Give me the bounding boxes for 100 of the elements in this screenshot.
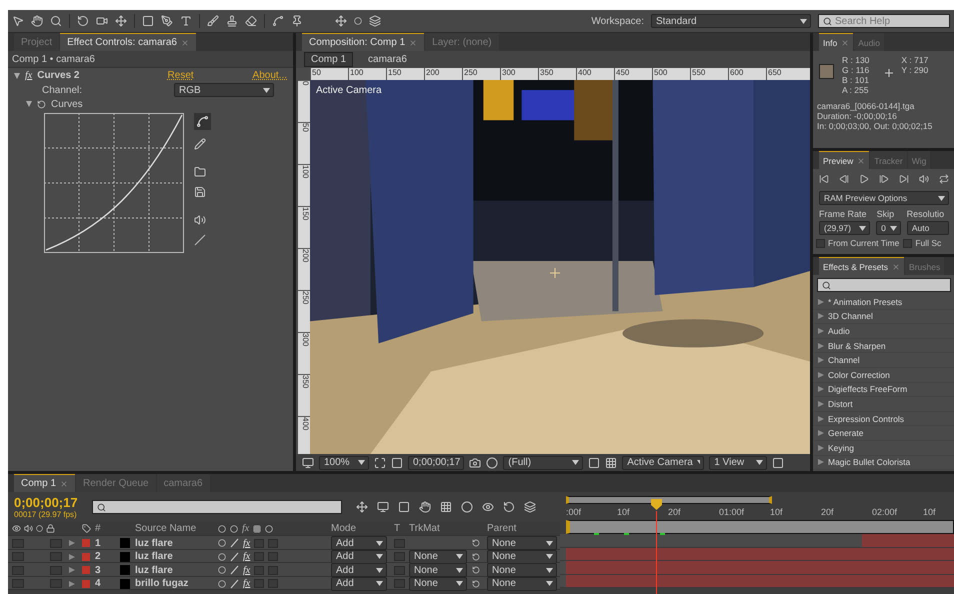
close-icon[interactable] — [892, 262, 900, 270]
pencil-tool-icon[interactable] — [194, 138, 206, 150]
effect-category[interactable]: Keying — [813, 440, 954, 456]
disclosure-triangle-icon[interactable] — [818, 372, 824, 378]
disclosure-triangle-icon[interactable] — [818, 298, 824, 305]
ram-preview-dropdown[interactable]: RAM Preview Options — [819, 191, 949, 205]
time-navigator[interactable] — [566, 496, 772, 504]
track-matte-dropdown[interactable]: None — [409, 563, 467, 577]
frame-blend-switch[interactable] — [254, 538, 264, 548]
close-icon[interactable] — [60, 480, 68, 488]
pan-tool-icon[interactable] — [115, 15, 127, 27]
display-icon[interactable] — [302, 456, 314, 468]
lock-switch[interactable] — [50, 566, 62, 574]
camera-dropdown[interactable]: Active Camera — [622, 456, 704, 470]
effect-category[interactable]: Color Correction — [813, 368, 954, 383]
disclosure-triangle-icon[interactable] — [818, 459, 824, 466]
visibility-switch[interactable] — [12, 552, 24, 561]
disclosure-triangle-icon[interactable] — [818, 400, 824, 407]
effect-category[interactable]: Generate — [813, 426, 954, 441]
effect-category[interactable]: Distort — [813, 397, 954, 412]
layer-name[interactable]: luz flare — [135, 551, 217, 562]
pin-tool-icon[interactable] — [291, 15, 303, 27]
effect-category[interactable]: Digieffects FreeForm — [813, 382, 954, 398]
effects-search-field[interactable] — [817, 278, 951, 292]
solo-icon[interactable] — [36, 525, 43, 532]
panel-tab[interactable]: Composition: Comp 1 — [302, 33, 424, 51]
preserve-transparency-switch[interactable] — [394, 538, 405, 548]
panel-tab[interactable]: Effects & Presets — [819, 257, 904, 275]
search-input[interactable]: Search Help — [835, 16, 945, 26]
track-matte-dropdown[interactable]: None — [409, 576, 467, 590]
play-icon[interactable] — [859, 174, 869, 184]
disclosure-triangle-icon[interactable] — [818, 328, 824, 334]
panel-tab[interactable]: Effect Controls: camara6 — [60, 33, 196, 51]
close-icon[interactable] — [857, 156, 866, 164]
frame-blend-switch[interactable] — [254, 566, 264, 574]
frame-blend-switch[interactable] — [254, 552, 264, 561]
disclosure-triangle-icon[interactable] — [69, 540, 75, 546]
disclosure-triangle-icon[interactable] — [818, 430, 824, 436]
channel-dropdown[interactable]: RGB — [174, 83, 274, 97]
disclosure-triangle-icon[interactable] — [69, 567, 75, 573]
rectangle-tool-icon[interactable] — [142, 15, 154, 27]
line-icon[interactable] — [194, 234, 206, 246]
parent-dropdown[interactable]: None — [487, 563, 557, 577]
disclosure-triangle-icon[interactable] — [14, 72, 20, 78]
effect-category[interactable]: 3D Channel — [813, 310, 954, 324]
panel-tab[interactable]: Preview — [819, 151, 870, 169]
stamp-tool-icon[interactable] — [226, 15, 238, 27]
preview-setting-dropdown[interactable]: Auto — [906, 221, 949, 235]
layer-search-field[interactable] — [92, 500, 342, 514]
roto-tool-icon[interactable] — [272, 15, 284, 27]
preserve-transparency-switch[interactable] — [394, 552, 405, 561]
blend-mode-dropdown[interactable]: Add — [331, 536, 387, 550]
disclosure-triangle-icon[interactable] — [818, 342, 824, 349]
effect-switch[interactable]: fx — [243, 551, 250, 562]
lock-switch[interactable] — [50, 552, 62, 561]
comp-breadcrumb[interactable]: camara6 — [361, 52, 414, 67]
effect-switch[interactable]: fx — [243, 538, 250, 548]
snapshot-icon[interactable] — [469, 456, 482, 468]
close-icon[interactable] — [181, 38, 189, 46]
effect-category[interactable]: Blur & Sharpen — [813, 338, 954, 354]
layer-row[interactable]: 2 luz flare fx Add None None — [8, 550, 560, 563]
about-link[interactable]: About... — [252, 70, 287, 81]
view-layout-dropdown[interactable]: 1 View — [709, 456, 768, 470]
previous-frame-icon[interactable] — [839, 174, 849, 184]
safe-zones-icon[interactable] — [374, 456, 386, 468]
layer-row[interactable]: 1 luz flare fx Add None — [8, 536, 560, 550]
disclosure-triangle-icon[interactable] — [818, 386, 824, 392]
disclosure-triangle-icon[interactable] — [818, 416, 824, 422]
search-field[interactable]: Search Help — [818, 14, 950, 28]
disclosure-triangle-icon[interactable] — [818, 444, 824, 451]
save-icon[interactable] — [194, 186, 206, 198]
transparency-grid-icon[interactable] — [605, 456, 618, 468]
blend-mode-dropdown[interactable]: Add — [331, 576, 387, 590]
visibility-switch[interactable] — [12, 538, 24, 548]
frame-blend-switch[interactable] — [254, 579, 264, 588]
next-frame-icon[interactable] — [879, 174, 889, 184]
resolution-dropdown[interactable]: (Full) — [503, 456, 584, 470]
motion-blur-switch[interactable] — [268, 538, 278, 548]
last-frame-icon[interactable] — [899, 174, 909, 184]
zoom-tool-icon[interactable] — [50, 15, 62, 27]
layer-name[interactable]: brillo fugaz — [135, 578, 217, 589]
brush-tool-icon[interactable] — [207, 15, 219, 27]
reset-link[interactable]: Reset — [168, 70, 248, 81]
close-icon[interactable] — [409, 38, 418, 46]
source-name-header[interactable]: Source Name — [135, 523, 217, 534]
loop-icon[interactable] — [939, 174, 949, 184]
first-frame-icon[interactable] — [819, 174, 829, 184]
disclosure-triangle-icon[interactable] — [69, 554, 75, 560]
camera-tool-icon[interactable] — [96, 15, 108, 27]
preserve-transparency-switch[interactable] — [394, 579, 405, 588]
layer-row[interactable]: 3 luz flare fx Add None None — [8, 563, 560, 576]
hand-tool-icon[interactable] — [31, 15, 43, 27]
zoom-dropdown[interactable]: 100% — [319, 456, 369, 470]
motion-blur-switch[interactable] — [268, 552, 278, 561]
eraser-tool-icon[interactable] — [245, 15, 257, 27]
disclosure-triangle-icon[interactable] — [69, 580, 75, 586]
visibility-switch[interactable] — [12, 566, 24, 574]
panel-tab[interactable]: Info — [819, 33, 854, 51]
parent-dropdown[interactable]: None — [487, 550, 557, 564]
lock-switch[interactable] — [50, 579, 62, 588]
